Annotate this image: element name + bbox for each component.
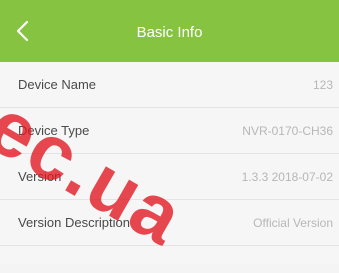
row-value: NVR-0170-CH36	[242, 124, 333, 138]
info-row-partial	[0, 246, 339, 264]
header-bar: Basic Info	[0, 0, 339, 62]
row-value: 123	[312, 78, 333, 92]
row-label: Device Name	[18, 77, 97, 92]
row-label: Version	[18, 169, 62, 184]
row-value: 1.3.3 2018-07-02	[241, 170, 333, 184]
row-label: Device Type	[18, 123, 90, 138]
row-label: Version Description	[18, 215, 130, 230]
info-row-version-description: Version Description Official Version	[0, 200, 339, 246]
info-row-version: Version 1.3.3 2018-07-02	[0, 154, 339, 200]
info-row-device-type: Device Type NVR-0170-CH36	[0, 108, 339, 154]
info-row-device-name: Device Name 123	[0, 62, 339, 108]
info-list: Device Name 123 Device Type NVR-0170-CH3…	[0, 62, 339, 264]
row-value: Official Version	[253, 216, 333, 230]
page-title: Basic Info	[136, 24, 203, 41]
